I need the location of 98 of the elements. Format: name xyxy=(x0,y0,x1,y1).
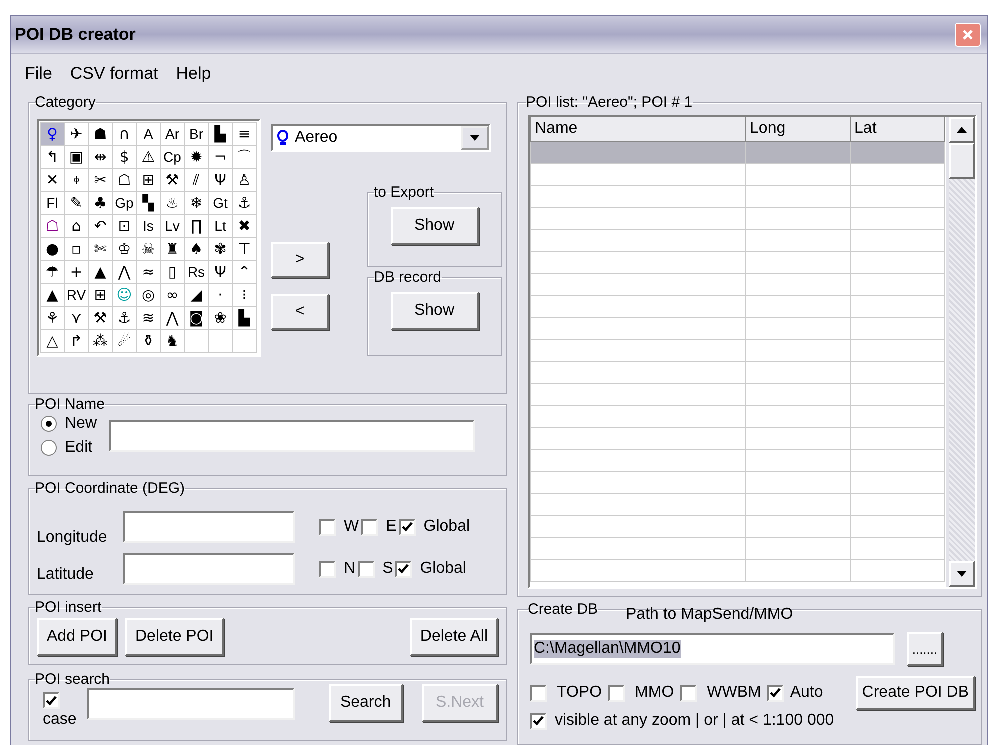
caret-icon xyxy=(470,135,480,141)
radio-button[interactable] xyxy=(41,416,57,432)
create-db-button[interactable]: Create POI DB xyxy=(856,676,975,710)
table-row[interactable] xyxy=(530,472,944,494)
field-label: Latitude xyxy=(37,566,95,584)
checkbox[interactable] xyxy=(530,684,547,702)
menu-item[interactable]: CSV format xyxy=(70,64,158,84)
scroll-down-button[interactable] xyxy=(949,561,975,587)
window-title: POI DB creator xyxy=(15,24,136,44)
checkbox[interactable] xyxy=(361,518,378,536)
close-button[interactable] xyxy=(955,22,981,46)
table-row[interactable] xyxy=(530,362,944,384)
coordinate-field[interactable] xyxy=(123,511,295,543)
move-right-button[interactable]: > xyxy=(271,242,329,278)
group-label: Create DB xyxy=(528,601,598,618)
show-button[interactable]: Show xyxy=(390,207,478,245)
checkbox-label: S xyxy=(382,560,394,578)
category-icon-cell[interactable]: ≡ xyxy=(232,122,257,146)
field-label: Longitude xyxy=(37,529,108,547)
table-row[interactable] xyxy=(530,318,944,340)
checkbox[interactable] xyxy=(43,692,60,709)
table-row[interactable] xyxy=(530,296,944,318)
table-row[interactable] xyxy=(530,252,944,274)
poi-name-field[interactable] xyxy=(109,420,476,452)
down-arrow-icon xyxy=(957,571,967,577)
table-row[interactable] xyxy=(530,274,944,296)
category-icon-cell[interactable]: ♀ xyxy=(40,122,65,146)
radio-label: Edit xyxy=(65,439,93,457)
checkbox-label: case xyxy=(43,711,77,729)
group-label: to Export xyxy=(374,184,434,201)
radio-label: New xyxy=(65,415,98,433)
checkbox[interactable] xyxy=(319,560,336,578)
checkbox[interactable] xyxy=(398,518,416,536)
checkbox-label: Global xyxy=(420,560,466,578)
checkbox-label: Auto xyxy=(790,684,824,702)
show-button[interactable]: Show xyxy=(390,292,478,330)
scroll-up-button[interactable] xyxy=(949,117,975,143)
scroll-thumb[interactable] xyxy=(949,143,975,179)
scroll-bar[interactable] xyxy=(949,117,975,587)
checkbox[interactable] xyxy=(530,712,547,730)
column-header[interactable]: Long xyxy=(746,117,850,142)
search-field[interactable] xyxy=(86,688,295,720)
checkbox[interactable] xyxy=(395,560,412,578)
insert-button[interactable]: Add POI xyxy=(37,618,118,656)
browse-button[interactable]: ....... xyxy=(907,632,943,666)
insert-button[interactable]: Delete All xyxy=(410,618,498,656)
group-label: Category xyxy=(35,94,96,111)
path-field[interactable]: C:\Magellan\MMO10 xyxy=(530,633,895,665)
move-left-button[interactable]: < xyxy=(271,294,329,330)
group-label: POI insert xyxy=(35,599,102,616)
path-label: Path to MapSend/MMO xyxy=(626,606,794,624)
group-label: POI search xyxy=(35,671,110,688)
checkbox[interactable] xyxy=(319,518,336,536)
checkbox-label: WWBM xyxy=(707,684,762,702)
radio-button[interactable] xyxy=(41,440,57,456)
category-dropdown[interactable]: Aereo xyxy=(271,124,491,152)
empty-grid-cell[interactable] xyxy=(232,329,257,353)
close-icon xyxy=(962,28,974,40)
table-row[interactable] xyxy=(530,560,944,582)
table-row[interactable] xyxy=(530,384,944,406)
checkbox[interactable] xyxy=(767,684,784,702)
table-row[interactable] xyxy=(530,538,944,560)
checkbox-label: E xyxy=(386,518,397,536)
table-row[interactable] xyxy=(530,516,944,538)
checkbox[interactable] xyxy=(680,684,698,702)
checkbox[interactable] xyxy=(358,560,375,578)
table-row[interactable] xyxy=(530,142,944,164)
table-row[interactable] xyxy=(530,428,944,450)
checkbox-label: Global xyxy=(424,518,470,536)
checkbox[interactable] xyxy=(608,684,626,702)
group-label: POI Name xyxy=(35,396,106,413)
checkbox-label: visible at any zoom | or | at < 1:100 000 xyxy=(555,712,834,730)
table-row[interactable] xyxy=(530,186,944,208)
table-row[interactable] xyxy=(530,494,944,516)
up-arrow-icon xyxy=(957,127,967,133)
group-label: DB record xyxy=(374,269,442,286)
group-label: POI list: "Aereo"; POI # 1 xyxy=(526,94,693,111)
menu-item[interactable]: File xyxy=(25,64,52,84)
table-row[interactable] xyxy=(530,340,944,362)
menu-item[interactable]: Help xyxy=(176,64,212,84)
checkbox-label: TOPO xyxy=(557,684,602,702)
checkbox-label: W xyxy=(344,518,360,536)
category-icon-cell[interactable]: △ xyxy=(40,329,65,353)
checkbox-label: N xyxy=(344,560,356,578)
search-button[interactable]: Search xyxy=(328,684,403,722)
category-icon-cell[interactable]: ▙ xyxy=(208,122,233,146)
table-row[interactable] xyxy=(530,230,944,252)
table-row[interactable] xyxy=(530,450,944,472)
table-row[interactable] xyxy=(530,208,944,230)
column-header[interactable]: Lat xyxy=(850,117,944,142)
column-header[interactable]: Name xyxy=(530,117,746,142)
checkbox-label: MMO xyxy=(635,684,674,702)
balloon-icon xyxy=(277,130,289,146)
group-label: POI Coordinate (DEG) xyxy=(35,480,186,497)
coordinate-field[interactable] xyxy=(123,553,295,585)
table-row[interactable] xyxy=(530,164,944,186)
insert-button[interactable]: Delete POI xyxy=(125,618,224,656)
table-row[interactable] xyxy=(530,406,944,428)
